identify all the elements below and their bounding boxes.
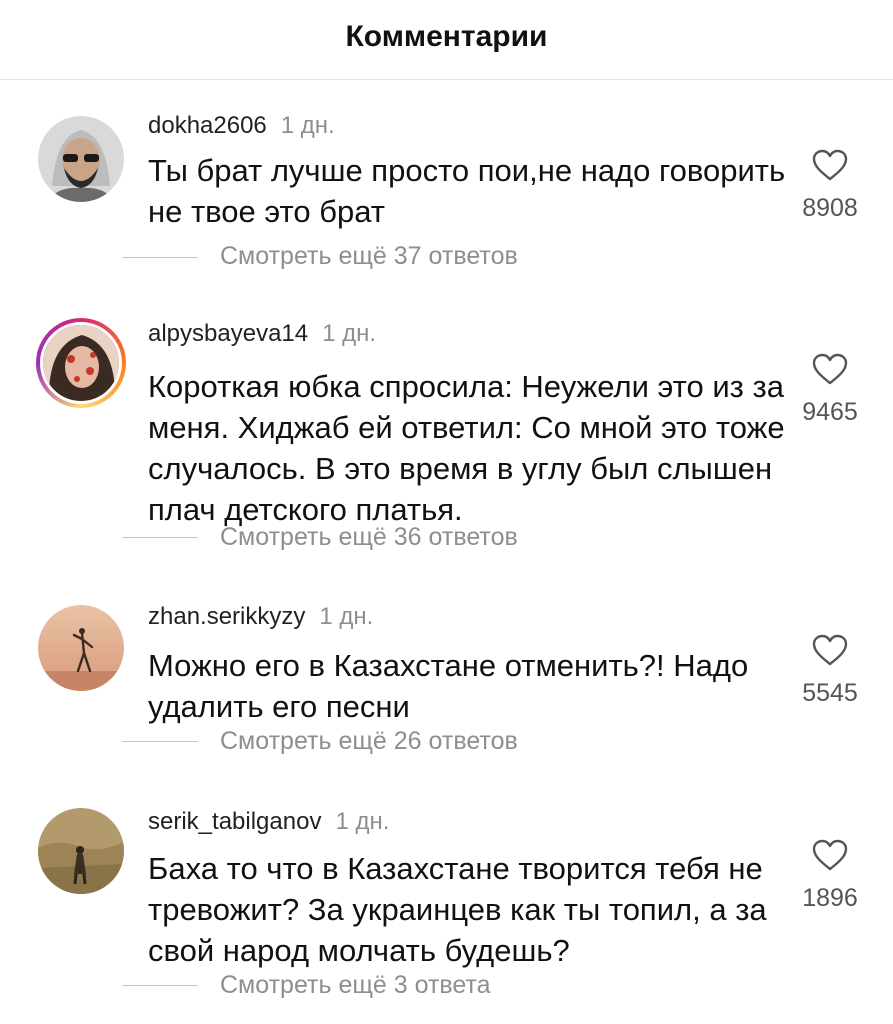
- username[interactable]: dokha2606: [148, 112, 267, 139]
- like-count: 8908: [802, 194, 858, 222]
- replies-divider: [122, 985, 198, 986]
- comment-meta: dokha2606 1 дн.: [148, 112, 335, 140]
- avatar[interactable]: [36, 318, 126, 408]
- comment-meta: alpysbayeva14 1 дн.: [148, 320, 376, 348]
- comment-meta: zhan.serikkyzy 1 дн.: [148, 603, 373, 631]
- avatar[interactable]: [38, 605, 124, 691]
- view-replies-button[interactable]: Смотреть ещё 3 ответа: [220, 971, 491, 1000]
- timestamp: 1 дн.: [322, 320, 377, 347]
- timestamp: 1 дн.: [335, 808, 390, 835]
- comment-text: Ты брат лучше просто пои,не надо говорит…: [148, 153, 786, 229]
- username[interactable]: serik_tabilganov: [148, 808, 321, 835]
- comment-meta: serik_tabilganov 1 дн.: [148, 808, 389, 836]
- replies-divider: [122, 537, 198, 538]
- timestamp: 1 дн.: [280, 112, 335, 139]
- timestamp: 1 дн.: [319, 603, 374, 630]
- like-control: 5545: [800, 633, 860, 708]
- like-count: 1896: [802, 884, 858, 912]
- heart-icon[interactable]: [811, 838, 849, 872]
- view-replies-button[interactable]: Смотреть ещё 36 ответов: [220, 523, 518, 552]
- replies-divider: [122, 257, 198, 258]
- heart-icon[interactable]: [811, 633, 849, 667]
- header: Комментарии: [0, 0, 893, 80]
- page-title: Комментарии: [345, 20, 548, 53]
- like-count: 5545: [802, 679, 858, 707]
- view-replies-button[interactable]: Смотреть ещё 37 ответов: [220, 242, 518, 271]
- comment-text: Баха то что в Казахстане творится тебя н…: [148, 851, 767, 968]
- avatar[interactable]: [38, 808, 124, 894]
- like-count: 9465: [802, 398, 858, 426]
- heart-icon[interactable]: [811, 148, 849, 182]
- like-control: 1896: [800, 838, 860, 913]
- like-control: 9465: [800, 352, 860, 427]
- comment-text: Короткая юбка спросила: Неужели это из з…: [148, 369, 785, 527]
- view-replies-button[interactable]: Смотреть ещё 26 ответов: [220, 727, 518, 756]
- like-control: 8908: [800, 148, 860, 223]
- comment-text: Можно его в Казахстане отменить?! Надо у…: [148, 648, 749, 724]
- username[interactable]: alpysbayeva14: [148, 320, 308, 347]
- heart-icon[interactable]: [811, 352, 849, 386]
- avatar[interactable]: [38, 116, 124, 202]
- replies-divider: [122, 741, 198, 742]
- username[interactable]: zhan.serikkyzy: [148, 603, 305, 630]
